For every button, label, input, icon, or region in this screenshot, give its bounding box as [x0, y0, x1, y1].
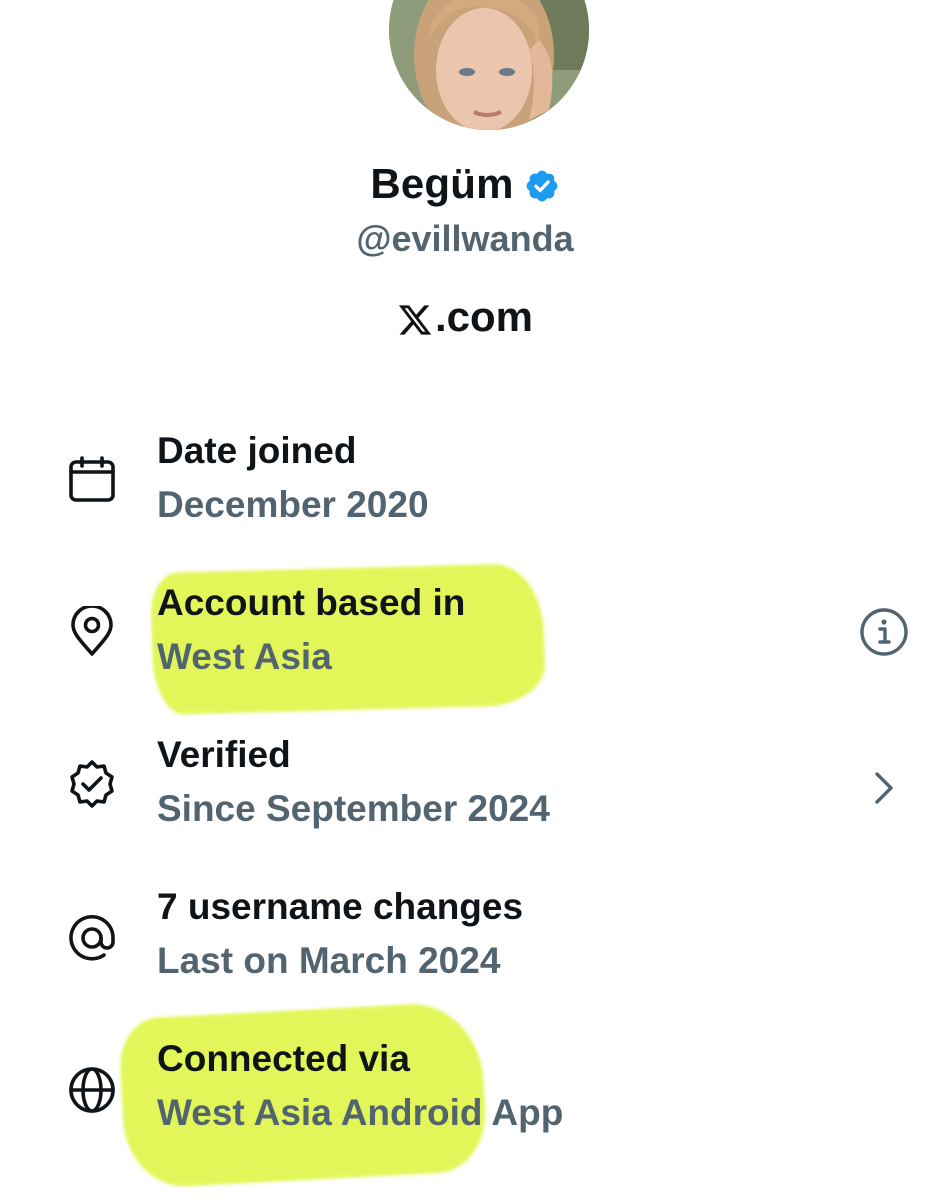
globe-icon — [69, 1067, 115, 1113]
profile-website-link[interactable]: .com — [0, 293, 930, 341]
info-row-title: Connected via — [157, 1038, 410, 1079]
verified-badge-icon[interactable] — [524, 168, 560, 204]
info-row-value: Last on March 2024 — [157, 940, 501, 981]
info-row-verified[interactable]: Verified Since September 2024 — [0, 734, 930, 844]
info-row-title: Account based in — [157, 582, 466, 623]
info-row-title: Verified — [157, 734, 291, 775]
info-row-account-based-in: Account based in West Asia — [0, 582, 930, 692]
info-row-value: West Asia Android App — [157, 1092, 564, 1133]
info-row-title: 7 username changes — [157, 886, 524, 927]
info-row-date-joined: Date joined December 2020 — [0, 430, 930, 540]
at-sign-icon — [69, 914, 115, 961]
website-text: .com — [434, 293, 534, 340]
avatar[interactable] — [389, 0, 589, 130]
info-row-value: West Asia — [157, 636, 332, 677]
info-row-value: December 2020 — [157, 484, 429, 525]
info-icon[interactable] — [858, 606, 910, 658]
calendar-icon — [69, 456, 115, 502]
display-name: Begüm — [370, 160, 514, 207]
location-pin-icon — [71, 606, 113, 656]
info-row-title: Date joined — [157, 430, 357, 471]
info-row-connected-via: Connected via West Asia Android App — [0, 1038, 930, 1148]
info-row-username-changes: 7 username changes Last on March 2024 — [0, 886, 930, 996]
profile-handle: @evillwanda — [356, 218, 574, 259]
verified-check-icon — [70, 760, 114, 808]
chevron-right-icon[interactable] — [858, 762, 910, 814]
avatar-photo — [389, 0, 589, 130]
info-row-value: Since September 2024 — [157, 788, 550, 829]
profile-name-row: Begüm — [0, 160, 930, 208]
x-logo-icon — [398, 305, 432, 335]
